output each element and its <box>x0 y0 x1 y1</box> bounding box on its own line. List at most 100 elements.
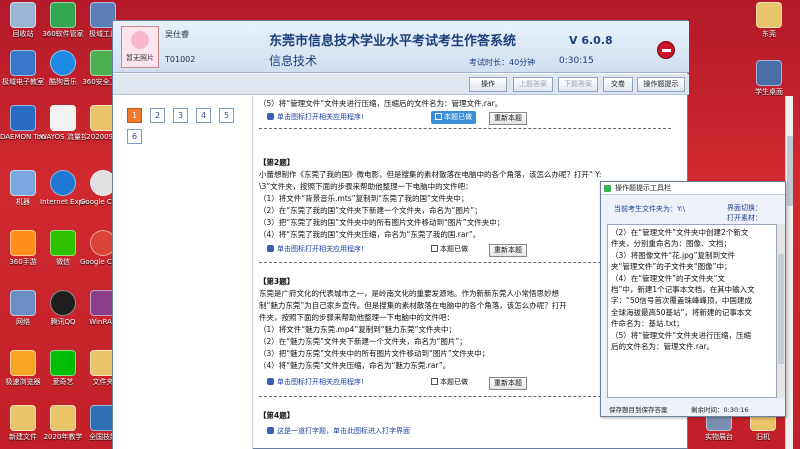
question-done-checkbox[interactable]: 本题已做 <box>431 244 468 255</box>
reset-question-button[interactable]: 重新本题 <box>489 244 527 257</box>
hint-line: 件夹，分别重命名为：图像、文档； <box>611 239 731 249</box>
question-done-checkbox[interactable]: 本题已做 <box>431 377 468 388</box>
question-number-6[interactable]: 6 <box>127 129 142 144</box>
scrollbar-thumb[interactable] <box>787 136 793 206</box>
question-nav: 1 2 3 4 5 6 <box>113 96 253 449</box>
hint-line: 档”中，新建1个记事本文档，在其中输入文 <box>611 285 755 295</box>
page-title: 东莞市信息技术学业水平考试考生作答系统 <box>269 34 517 49</box>
question-text: 制“魅力东莞”为自己家乡宣传。但是搜集的素材散落在电脑中的各个角落，该怎么办呢？… <box>259 301 567 310</box>
hint-line: （5）将“管理文件”文件夹进行压缩，压缩 <box>611 330 752 340</box>
close-exam-button[interactable] <box>657 41 675 59</box>
question-step: （4）将“东莞了我的国”文件夹压缩，命名为“东莞了我的国.rar”。 <box>259 230 481 239</box>
question-done-label: 本题已做 <box>440 245 468 253</box>
remaining-clock: 0:30:15 <box>559 56 594 66</box>
prev-answer-button[interactable]: 上题答案 <box>513 77 553 92</box>
question-text: 小蕾想制作《东莞了我的国》微电影，但是搜集的素材散落在电脑中的各个角落，该怎么办… <box>259 170 602 179</box>
operation-hint-button[interactable]: 操作题提示 <box>637 77 685 92</box>
exam-toolbar: 操作 上题答案 下题答案 交卷 操作题提示 <box>113 74 689 95</box>
hint-line: （4）在“管理文件”的子文件夹“文 <box>611 273 725 283</box>
hint-line: （3）将图像文件“花.jpg”复制到文件 <box>611 250 736 260</box>
remaining-time: 剩余时间：0:30:16 <box>691 406 749 414</box>
network-icon <box>10 290 36 316</box>
document-icon <box>50 105 76 131</box>
desktop-icon-label: 学生桌面 <box>755 88 783 96</box>
question-number-4[interactable]: 4 <box>196 108 211 123</box>
question-heading: 【第3题】 <box>259 277 295 286</box>
question-step: （4）将“魅力东莞”文件夹压缩，命名为“魅力东莞.rar”。 <box>259 361 451 370</box>
next-answer-button[interactable]: 下题答案 <box>558 77 598 92</box>
question-done-label: 本题已做 <box>440 378 468 386</box>
open-app-link-label: 单击图标打开相关应用程序! <box>277 378 364 386</box>
tool-icon <box>604 185 611 192</box>
open-app-link-label: 单击图标打开相关应用程序! <box>277 113 364 121</box>
play-icon <box>50 350 76 376</box>
desktop-icon-student-desktop[interactable]: 学生桌面 <box>746 60 792 96</box>
open-app-link[interactable]: 单击图标打开相关应用程序! <box>267 244 364 255</box>
reset-question-button[interactable]: 重新本题 <box>489 112 527 125</box>
question-done-label: 本题已做 <box>444 113 472 121</box>
reset-question-button[interactable]: 重新本题 <box>489 377 527 390</box>
student-name: 吴仕睿 <box>165 30 189 39</box>
open-app-link-label: 单击图标打开相关应用程序! <box>277 245 364 253</box>
hint-line: 夹“管理文件”的子文件夹“图像”中； <box>611 262 732 272</box>
question-number-2[interactable]: 2 <box>150 108 165 123</box>
exam-subject: 信息技术 <box>269 54 318 68</box>
question-text: 东莞是广府文化的代表城市之一，是岭南文化的重要发源地。作为新新东莞人小常悟思妙想 <box>259 289 559 298</box>
hint-line: 件命名为：基站.txt； <box>611 319 684 329</box>
scrollbar-thumb[interactable] <box>778 254 784 364</box>
hint-line: （2）在“管理文件”文件夹中创建2个新文 <box>611 228 749 237</box>
folder-icon <box>50 405 76 431</box>
hint-line: 全球海拔最高50基站”，将新建的记事本文 <box>611 307 752 317</box>
question-done-checkbox[interactable]: 本题已做 <box>431 111 476 125</box>
computer-icon <box>756 60 782 86</box>
open-app-link[interactable]: 单击图标打开相关应用程序! <box>267 377 364 388</box>
question-number-1[interactable]: 1 <box>127 108 142 123</box>
photo-label: 暂无照片 <box>126 54 154 62</box>
question-step: （2）在“魅力东莞”文件夹下新建一个文件夹，命名为“图片”； <box>259 337 467 346</box>
hint-tool-window: 操作题提示工具栏 当前考生文件夹为：Y:\ 界面切换： 打开素材： （2）在“管… <box>600 181 786 417</box>
checkbox-icon <box>435 113 442 120</box>
open-app-link[interactable]: 单击图标打开相关应用程序! <box>267 112 364 123</box>
typing-link[interactable]: 这是一道打字题，单击此图标进入打字界面 <box>267 426 410 437</box>
question-number-3[interactable]: 3 <box>173 108 188 123</box>
help-button[interactable]: 操作 <box>469 77 507 92</box>
computer-icon <box>10 170 36 196</box>
content-scrollbar[interactable] <box>785 96 793 449</box>
question-number-5[interactable]: 5 <box>219 108 234 123</box>
question-step: （3）把“东莞了我的国”文件夹中的所有图片文件移动到“图片”文件夹中； <box>259 218 505 227</box>
app-link-icon <box>267 245 274 252</box>
version-label: V 6.0.8 <box>569 34 613 47</box>
app-icon <box>50 50 76 76</box>
hint-scrollbar[interactable] <box>777 224 785 398</box>
submit-button[interactable]: 交卷 <box>603 77 633 92</box>
desktop-icon-dongguan[interactable]: 东莞 <box>746 2 792 38</box>
open-material-button[interactable]: 打开素材： <box>727 213 762 223</box>
question-step: （1）将文件“背景音乐.mts”复制到“东莞了我的国”文件夹中； <box>259 194 469 203</box>
duration-label: 考试时长：40分钟 <box>469 58 536 67</box>
app-icon <box>10 350 36 376</box>
question-step: （5）将“管理文件”文件夹进行压缩，压缩后的文件名为：管理文件.rar。 <box>259 99 503 108</box>
app-icon <box>10 50 36 76</box>
question-heading: 【第4题】 <box>259 411 295 420</box>
student-folder-label: 当前考生文件夹为：Y:\ <box>614 205 686 213</box>
app-icon <box>10 105 36 131</box>
checkbox-icon <box>431 378 438 385</box>
folder-icon <box>10 405 36 431</box>
desktop-icon-label: 东莞 <box>762 30 776 38</box>
hint-text: （2）在“管理文件”文件夹中创建2个新文 件夹，分别重命名为：图像、文档； （3… <box>607 224 777 398</box>
checkbox-icon <box>431 245 438 252</box>
desktop-icon-label: 旧机 <box>756 433 770 441</box>
desktop-icon-label: 实物展台 <box>705 433 733 441</box>
save-answer-button[interactable]: 保存题目到保存答案 <box>609 404 668 414</box>
question-step: （3）把“魅力东莞”文件夹中的所有图片文件移动到“图片”文件夹中； <box>259 349 490 358</box>
divider <box>259 128 671 129</box>
student-photo: 暂无照片 <box>121 26 159 68</box>
keyboard-icon <box>267 427 274 434</box>
recycle-bin-icon <box>10 2 36 28</box>
question-heading: 【第2题】 <box>259 158 295 167</box>
hint-tool-title: 操作题提示工具栏 <box>601 182 785 195</box>
student-id: T01002 <box>165 55 196 64</box>
hint-line: 后的文件名为：管理文件.rar。 <box>611 342 715 352</box>
switch-view-button[interactable]: 界面切换： <box>727 203 762 213</box>
app-link-icon <box>267 113 274 120</box>
